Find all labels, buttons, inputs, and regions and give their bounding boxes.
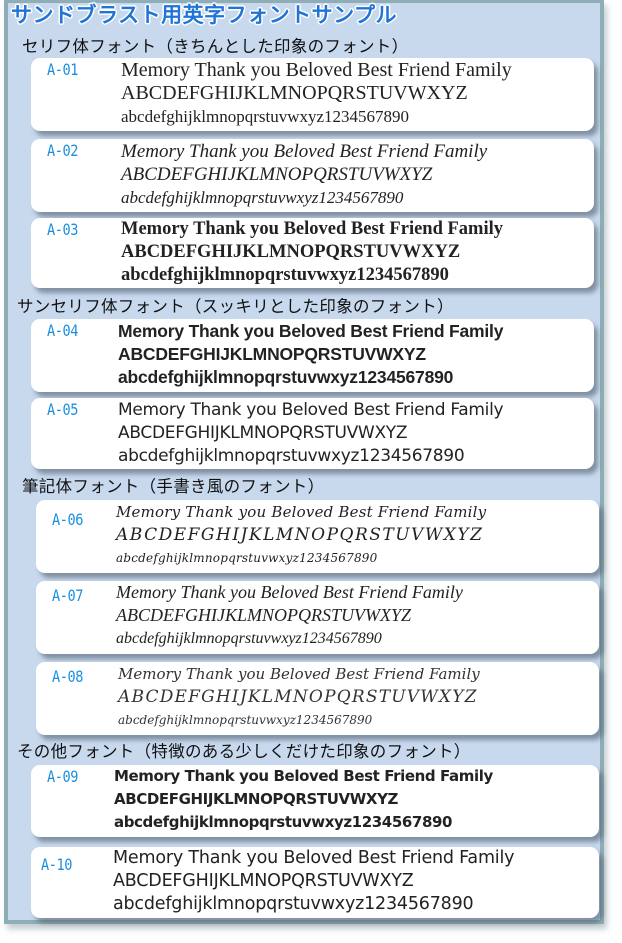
sample-line-uppercase: ABCDEFGHIJKLMNOPQRSTUVWXYZ — [121, 82, 468, 104]
sample-code: A-07 — [52, 586, 84, 605]
sample-line-words: Memory Thank you Beloved Best Friend Fam… — [118, 321, 504, 341]
sample-line-words: Memory Thank you Beloved Best Friend Fam… — [116, 503, 487, 521]
section-heading-other: その他フォント（特徴のある少しくだけた印象のフォント） — [17, 742, 471, 761]
sample-card-a10: A-10 Memory Thank you Beloved Best Frien… — [31, 847, 599, 918]
sample-code: A-04 — [47, 321, 79, 340]
sample-line-words: Memory Thank you Beloved Best Friend Fam… — [121, 219, 503, 239]
sample-card-a04: A-04 Memory Thank you Beloved Best Frien… — [31, 319, 594, 392]
sample-line-lowercase: abcdefghijklmnopqrstuvwxyz1234567890 — [118, 367, 454, 387]
sample-card-a08: A-08 Memory Thank you Beloved Best Frien… — [36, 662, 599, 735]
sample-line-uppercase: ABCDEFGHIJKLMNOPQRSTUVWXYZ — [114, 790, 399, 808]
sample-line-words: Memory Thank you Beloved Best Friend Fam… — [114, 767, 493, 785]
sample-line-lowercase: abcdefghijklmnopqrstuvwxyz1234567890 — [116, 551, 378, 565]
sample-line-uppercase: ABCDEFGHIJKLMNOPQRSTUVWXYZ — [118, 687, 478, 707]
sample-line-words: Memory Thank you Beloved Best Friend Fam… — [121, 59, 512, 81]
sample-line-uppercase: ABCDEFGHIJKLMNOPQRSTUVWXYZ — [118, 344, 426, 364]
sample-card-a09: A-09 Memory Thank you Beloved Best Frien… — [31, 765, 599, 837]
sample-line-words: Memory Thank you Beloved Best Friend Fam… — [118, 665, 480, 683]
sample-line-uppercase: ABCDEFGHIJKLMNOPQRSTUVWXYZ — [121, 164, 433, 185]
sample-line-lowercase: abcdefghijklmnopqrstuvwxyz1234567890 — [121, 265, 449, 285]
sample-card-a01: A-01 Memory Thank you Beloved Best Frien… — [31, 58, 594, 131]
sample-line-uppercase: ABCDEFGHIJKLMNOPQRSTUVWXYZ — [116, 605, 411, 625]
sample-line-words: Memory Thank you Beloved Best Friend Fam… — [121, 141, 488, 162]
section-heading-sans-serif: サンセリフ体フォント（スッキリとした印象のフォント） — [17, 297, 454, 316]
sample-line-lowercase: abcdefghijklmnopqrstuvwxyz1234567890 — [114, 813, 453, 831]
sample-line-uppercase: ABCDEFGHIJKLMNOPQRSTUVWXYZ — [116, 525, 484, 545]
sample-code: A-09 — [47, 767, 79, 786]
sample-code: A-06 — [52, 510, 84, 529]
sample-line-lowercase: abcdefghijklmnopqrstuvwxyz1234567890 — [121, 107, 410, 126]
sample-line-uppercase: ABCDEFGHIJKLMNOPQRSTUVWXYZ — [113, 871, 414, 891]
sample-code: A-03 — [47, 220, 79, 239]
sample-line-lowercase: abcdefghijklmnopqrstuvwxyz1234567890 — [118, 446, 465, 466]
sample-line-lowercase: abcdefghijklmnopqrstuvwxyz1234567890 — [121, 188, 404, 207]
sample-code: A-05 — [47, 400, 79, 419]
sample-line-uppercase: ABCDEFGHIJKLMNOPQRSTUVWXYZ — [121, 242, 461, 262]
sample-card-a06: A-06 Memory Thank you Beloved Best Frien… — [36, 500, 599, 573]
sample-line-lowercase: abcdefghijklmnopqrstuvwxyz1234567890 — [116, 630, 382, 647]
sample-card-a05: A-05 Memory Thank you Beloved Best Frien… — [31, 398, 594, 469]
sample-code: A-10 — [41, 855, 73, 874]
section-heading-script: 筆記体フォント（手書き風のフォント） — [22, 477, 325, 496]
sample-code: A-08 — [52, 667, 84, 686]
sample-line-lowercase: abcdefghijklmnopqrstuvwxyz1234567890 — [118, 713, 373, 727]
sample-card-a03: A-03 Memory Thank you Beloved Best Frien… — [31, 218, 594, 288]
sample-line-words: Memory Thank you Beloved Best Friend Fam… — [116, 582, 463, 602]
sample-line-words: Memory Thank you Beloved Best Friend Fam… — [113, 848, 515, 868]
section-heading-serif: セリフ体フォント（きちんとした印象のフォント） — [22, 37, 409, 56]
sample-line-lowercase: abcdefghijklmnopqrstuvwxyz1234567890 — [113, 894, 474, 914]
sample-line-words: Memory Thank you Beloved Best Friend Fam… — [118, 400, 504, 420]
sample-code: A-02 — [47, 141, 79, 160]
sample-code: A-01 — [47, 60, 79, 79]
sample-card-a02: A-02 Memory Thank you Beloved Best Frien… — [31, 139, 594, 212]
sample-card-a07: A-07 Memory Thank you Beloved Best Frien… — [36, 581, 599, 654]
sample-line-uppercase: ABCDEFGHIJKLMNOPQRSTUVWXYZ — [118, 423, 408, 443]
page-title: サンドブラスト用英字フォントサンプル — [11, 3, 397, 27]
